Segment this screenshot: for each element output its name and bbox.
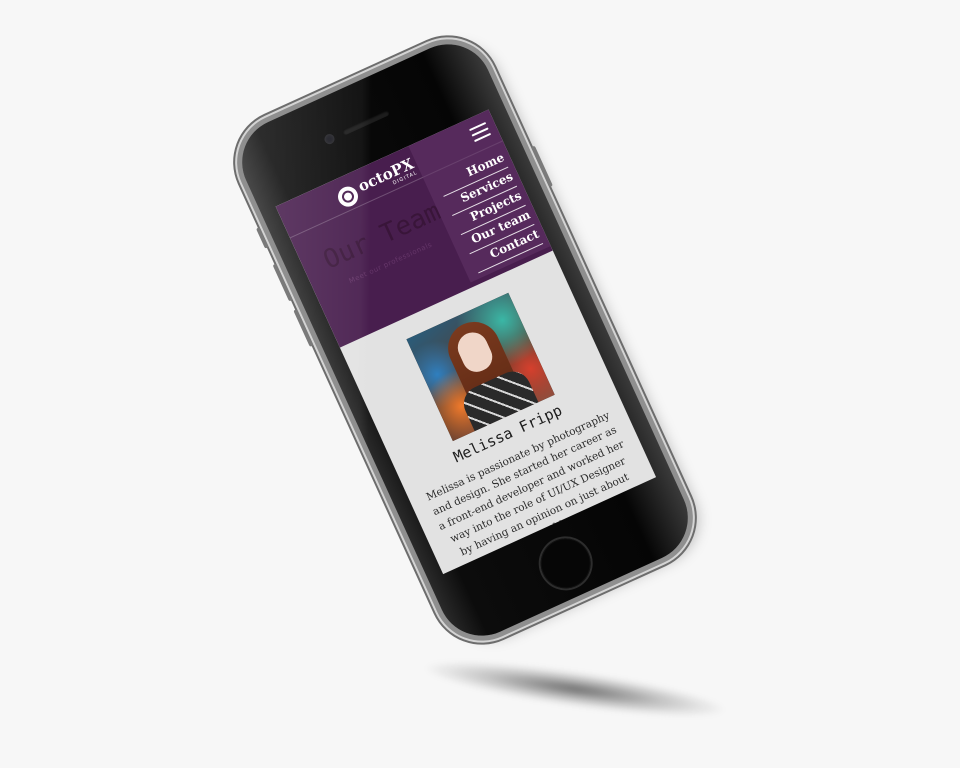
home-button[interactable] <box>532 530 599 597</box>
mute-switch <box>256 226 269 249</box>
front-camera <box>322 132 337 146</box>
phone-device: octoPX DIGITAL Our Team Meet our profess… <box>227 30 703 650</box>
power-button <box>531 145 553 188</box>
phone-screen: octoPX DIGITAL Our Team Meet our profess… <box>275 109 657 575</box>
hamburger-icon[interactable] <box>469 121 492 143</box>
volume-down-button <box>293 308 314 347</box>
phone-shadow <box>424 651 726 727</box>
earpiece-speaker <box>341 109 390 136</box>
volume-up-button <box>272 263 293 302</box>
mockup-stage: octoPX DIGITAL Our Team Meet our profess… <box>0 0 960 768</box>
